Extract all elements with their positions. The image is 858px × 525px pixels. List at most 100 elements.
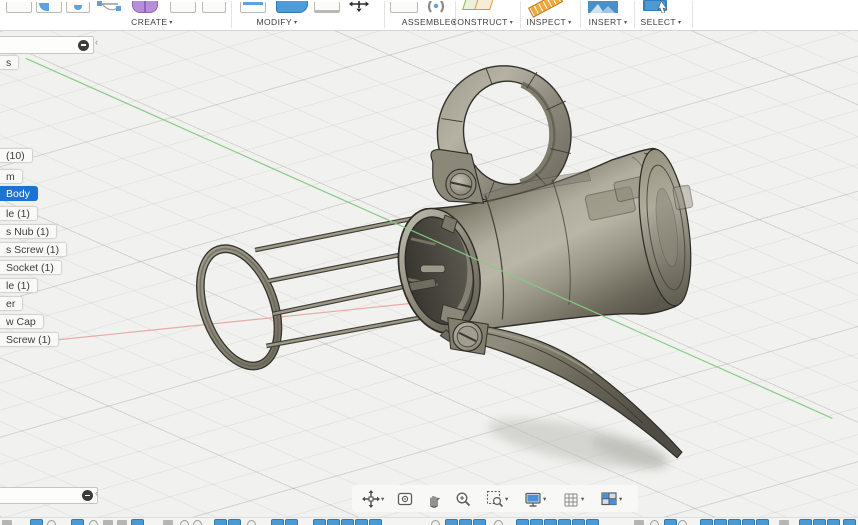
menu-create[interactable]: CREATE▾ bbox=[131, 17, 173, 27]
timeline-sketch-icon[interactable] bbox=[131, 519, 144, 525]
timeline-sketch-icon[interactable] bbox=[228, 519, 241, 525]
new-component-icon[interactable] bbox=[390, 0, 418, 12]
timeline-panel-toggle[interactable] bbox=[0, 487, 98, 504]
menu-modify[interactable]: MODIFY▾ bbox=[257, 17, 298, 27]
display-settings-dropdown-caret[interactable]: ▾ bbox=[543, 495, 546, 503]
viewports-dropdown-caret[interactable]: ▾ bbox=[619, 495, 622, 503]
timeline-feature-icon[interactable] bbox=[103, 520, 113, 525]
panel-handle-icon[interactable]: ‹ bbox=[95, 37, 98, 47]
display-settings-icon[interactable] bbox=[524, 490, 542, 508]
pan-icon[interactable] bbox=[425, 490, 443, 508]
browser-item[interactable]: s Nub (1) bbox=[0, 224, 57, 239]
timeline-sketch-icon[interactable] bbox=[459, 519, 472, 525]
timeline-sketch-icon[interactable] bbox=[544, 519, 557, 525]
look-at-icon[interactable] bbox=[396, 490, 414, 508]
browser-item-selected[interactable]: Body bbox=[0, 186, 38, 201]
timeline-feature-icon[interactable] bbox=[779, 520, 789, 525]
zoom-icon[interactable] bbox=[454, 490, 472, 508]
timeline-sketch-icon[interactable] bbox=[30, 519, 43, 525]
form-icon[interactable] bbox=[132, 0, 156, 12]
timeline-sketch-icon[interactable] bbox=[558, 519, 571, 525]
surface-icon[interactable] bbox=[170, 0, 196, 12]
timeline-sketch-icon[interactable] bbox=[355, 519, 368, 525]
timeline-sketch-icon[interactable] bbox=[742, 519, 755, 525]
timeline-feature-icon[interactable] bbox=[117, 520, 127, 525]
revolve-icon[interactable] bbox=[36, 0, 62, 12]
timeline-sketch-icon[interactable] bbox=[843, 519, 856, 525]
menu-select[interactable]: SELECT▾ bbox=[641, 17, 682, 27]
browser-item[interactable]: s Screw (1) bbox=[0, 242, 67, 257]
timeline-feature-icon[interactable] bbox=[180, 520, 189, 525]
browser-item[interactable]: le (1) bbox=[0, 278, 38, 293]
browser-item[interactable]: m bbox=[0, 169, 23, 184]
browser-item[interactable]: le (1) bbox=[0, 206, 38, 221]
panel-handle-icon[interactable]: ‹ bbox=[95, 488, 98, 498]
browser-panel-toggle[interactable] bbox=[0, 36, 94, 54]
timeline-sketch-icon[interactable] bbox=[799, 519, 812, 525]
timeline-sketch-icon[interactable] bbox=[214, 519, 227, 525]
timeline-sketch-icon[interactable] bbox=[313, 519, 326, 525]
select-icon[interactable] bbox=[641, 0, 675, 12]
timeline-feature-icon[interactable] bbox=[163, 520, 173, 525]
primitive-icon[interactable] bbox=[202, 0, 226, 12]
timeline-sketch-icon[interactable] bbox=[473, 519, 486, 525]
measure-icon[interactable] bbox=[530, 0, 566, 12]
timeline-feature-icon[interactable] bbox=[2, 520, 12, 525]
timeline-strip[interactable] bbox=[0, 517, 858, 525]
browser-item[interactable]: Screw (1) bbox=[0, 332, 59, 347]
construct-plane-icon[interactable] bbox=[464, 0, 496, 12]
hole-icon[interactable] bbox=[66, 0, 90, 12]
timeline-feature-icon[interactable] bbox=[247, 520, 256, 525]
collapse-circle-icon[interactable] bbox=[78, 40, 89, 51]
joint-icon[interactable] bbox=[424, 0, 450, 12]
timeline-feature-icon[interactable] bbox=[494, 520, 503, 525]
collapse-circle-icon[interactable] bbox=[82, 490, 93, 501]
timeline-sketch-icon[interactable] bbox=[285, 519, 298, 525]
fit-icon[interactable] bbox=[486, 490, 504, 508]
timeline-sketch-icon[interactable] bbox=[700, 519, 713, 525]
timeline-sketch-icon[interactable] bbox=[369, 519, 382, 525]
timeline-sketch-icon[interactable] bbox=[714, 519, 727, 525]
timeline-sketch-icon[interactable] bbox=[756, 519, 769, 525]
model-3d[interactable] bbox=[0, 31, 858, 517]
timeline-sketch-icon[interactable] bbox=[664, 519, 677, 525]
cage-basket[interactable] bbox=[181, 216, 425, 381]
timeline-sketch-icon[interactable] bbox=[71, 519, 84, 525]
menu-insert[interactable]: INSERT▾ bbox=[589, 17, 628, 27]
timeline-sketch-icon[interactable] bbox=[327, 519, 340, 525]
browser-item[interactable]: w Cap bbox=[0, 314, 44, 329]
timeline-sketch-icon[interactable] bbox=[530, 519, 543, 525]
viewports-icon[interactable] bbox=[600, 490, 618, 508]
browser-item[interactable]: Socket (1) bbox=[0, 260, 62, 275]
timeline-sketch-icon[interactable] bbox=[813, 519, 826, 525]
shell-icon[interactable] bbox=[314, 0, 340, 12]
fillet-icon[interactable] bbox=[276, 0, 306, 12]
move-copy-icon[interactable] bbox=[348, 0, 378, 12]
timeline-feature-icon[interactable] bbox=[193, 520, 202, 525]
menu-assemble[interactable]: ASSEMBLE▾ bbox=[402, 17, 456, 27]
solid-box-icon[interactable] bbox=[6, 0, 32, 12]
orbit-dropdown-caret[interactable]: ▾ bbox=[381, 495, 384, 503]
timeline-feature-icon[interactable] bbox=[650, 520, 659, 525]
orbit-icon[interactable] bbox=[362, 490, 380, 508]
timeline-sketch-icon[interactable] bbox=[445, 519, 458, 525]
insert-image-icon[interactable] bbox=[588, 0, 622, 12]
grid-settings-dropdown-caret[interactable]: ▾ bbox=[581, 495, 584, 503]
timeline-sketch-icon[interactable] bbox=[271, 519, 284, 525]
ring-mount[interactable] bbox=[431, 149, 484, 203]
timeline-sketch-icon[interactable] bbox=[728, 519, 741, 525]
timeline-feature-icon[interactable] bbox=[47, 520, 56, 525]
timeline-sketch-icon[interactable] bbox=[341, 519, 354, 525]
timeline-sketch-icon[interactable] bbox=[516, 519, 529, 525]
sketch-icon[interactable] bbox=[96, 0, 124, 12]
timeline-sketch-icon[interactable] bbox=[572, 519, 585, 525]
fit-dropdown-caret[interactable]: ▾ bbox=[505, 495, 508, 503]
timeline-feature-icon[interactable] bbox=[634, 520, 644, 525]
menu-construct[interactable]: CONSTRUCT▾ bbox=[451, 17, 513, 27]
grid-settings-icon[interactable] bbox=[562, 490, 580, 508]
menu-inspect[interactable]: INSPECT▾ bbox=[526, 17, 571, 27]
browser-item[interactable]: s bbox=[0, 55, 19, 70]
timeline-feature-icon[interactable] bbox=[678, 520, 687, 525]
timeline-sketch-icon[interactable] bbox=[827, 519, 840, 525]
timeline-feature-icon[interactable] bbox=[431, 520, 440, 525]
